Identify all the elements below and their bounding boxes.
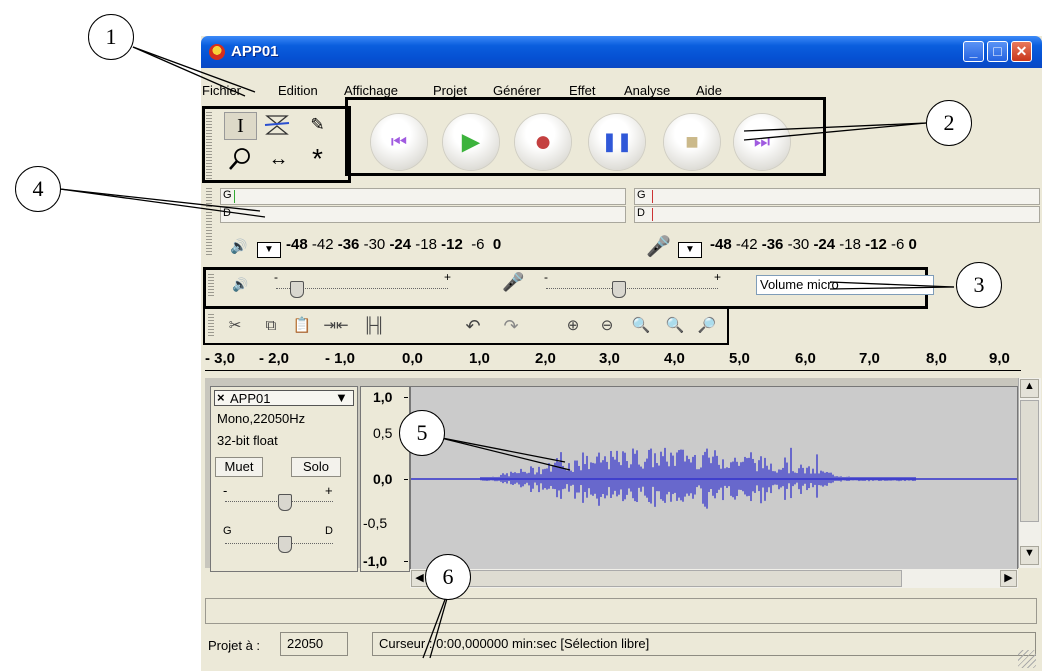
annotation-lines bbox=[59, 46, 955, 659]
callout-3: 3 bbox=[956, 262, 1002, 308]
callout-6: 6 bbox=[425, 554, 471, 600]
callout-1: 1 bbox=[88, 14, 134, 60]
callout-4: 4 bbox=[15, 166, 61, 212]
callout-2: 2 bbox=[926, 100, 972, 146]
callout-5: 5 bbox=[399, 410, 445, 456]
